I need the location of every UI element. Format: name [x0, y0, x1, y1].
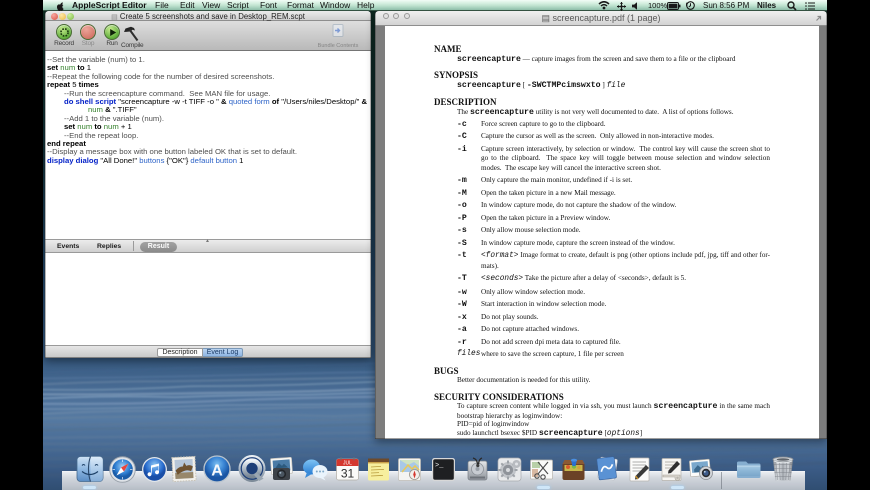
svg-text:31: 31 — [340, 467, 354, 481]
svg-text:A: A — [211, 463, 223, 480]
svg-text:>_: >_ — [435, 462, 444, 470]
